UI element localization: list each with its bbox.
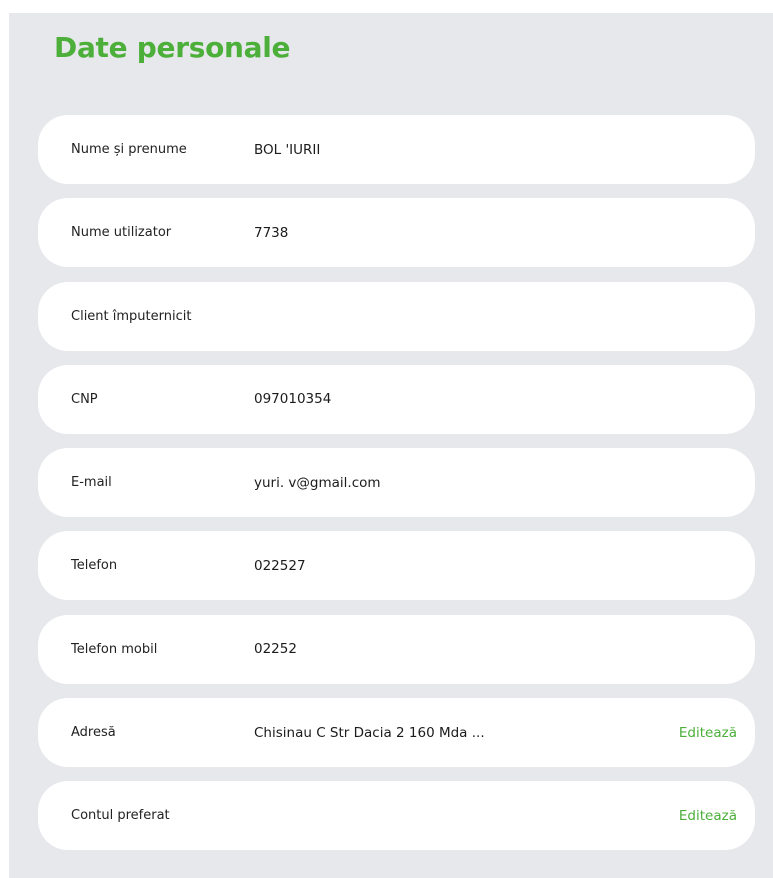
field-value-email: yuri. v@gmail.com [254, 474, 381, 491]
field-row-preferred-account: Contul preferat Editează [38, 781, 755, 851]
field-row-authorized-client: Client împuternicit [38, 281, 755, 351]
field-row-full-name: Nume și prenume BOL 'IURII [38, 115, 755, 184]
field-value-full-name: BOL 'IURII [254, 141, 321, 158]
field-row-username: Nume utilizator 7738 [38, 198, 755, 268]
field-row-email: E-mail yuri. v@gmail.com [38, 448, 755, 518]
field-value-username: 7738 [254, 224, 289, 241]
field-value-address: Chisinau C Str Dacia 2 160 Mda ... [254, 724, 485, 741]
field-value-phone: 022527 [254, 557, 306, 574]
page-title: Date personale [54, 31, 291, 64]
field-row-address: Adresă Chisinau C Str Dacia 2 160 Mda ..… [38, 698, 755, 768]
field-label-phone: Telefon [71, 558, 118, 574]
personal-data-panel: Date personale Nume și prenume BOL 'IURI… [9, 13, 773, 878]
field-row-mobile-phone: Telefon mobil 02252 [38, 614, 755, 684]
field-label-preferred-account: Contul preferat [71, 808, 170, 824]
field-label-cnp: CNP [71, 391, 98, 407]
field-label-address: Adresă [71, 725, 116, 741]
field-label-username: Nume utilizator [71, 225, 172, 241]
field-label-authorized-client: Client împuternicit [71, 308, 192, 324]
field-label-full-name: Nume și prenume [71, 142, 187, 157]
field-row-cnp: CNP 097010354 [38, 364, 755, 434]
field-label-mobile-phone: Telefon mobil [71, 641, 158, 657]
field-value-mobile-phone: 02252 [254, 641, 297, 658]
field-value-cnp: 097010354 [254, 391, 332, 408]
edit-preferred-account-link[interactable]: Editează [679, 808, 737, 824]
field-label-email: E-mail [71, 475, 112, 491]
edit-address-link[interactable]: Editează [679, 725, 737, 741]
personal-data-list: Nume și prenume BOL 'IURII Nume utilizat… [38, 115, 755, 865]
field-row-phone: Telefon 022527 [38, 531, 755, 601]
